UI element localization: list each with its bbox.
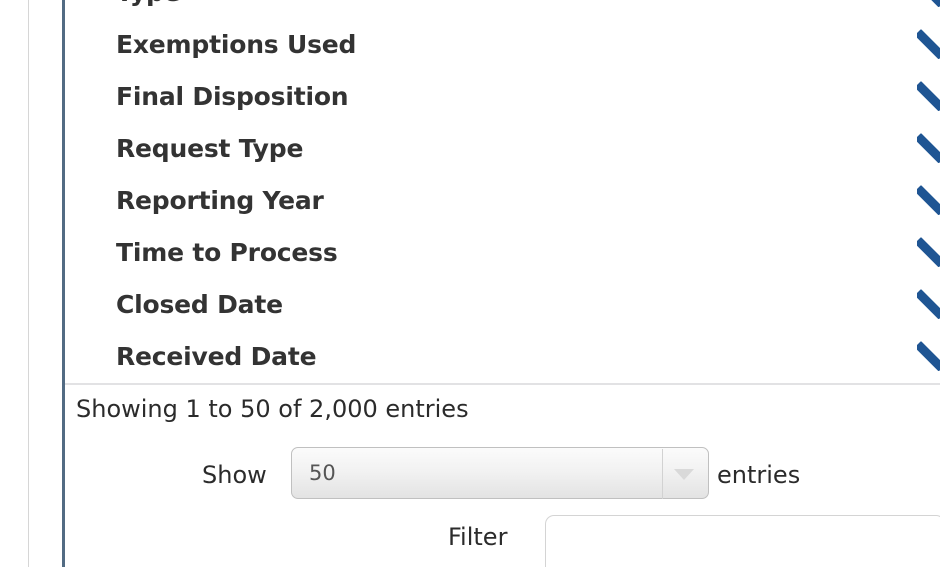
- field-label: Received Date: [116, 341, 317, 371]
- page-length-label: Show: [202, 461, 267, 489]
- chevron-expand-icon[interactable]: [917, 79, 940, 113]
- select-separator: [662, 449, 663, 499]
- chevron-expand-icon[interactable]: [917, 183, 940, 217]
- chevron-expand-icon[interactable]: [917, 287, 940, 321]
- list-item[interactable]: Final Disposition: [65, 70, 940, 122]
- filter-control: Filter: [65, 515, 940, 567]
- outer-page-rail: [28, 0, 29, 567]
- table-controls: Showing 1 to 50 of 2,000 entries Show 50…: [65, 385, 940, 567]
- field-label: Time to Process: [116, 237, 338, 267]
- page-length-control: Show 50 entries: [65, 447, 940, 513]
- field-label: Exemptions Used: [116, 29, 357, 59]
- chevron-expand-icon[interactable]: [917, 27, 940, 61]
- field-label: Final Disposition: [116, 81, 349, 111]
- field-label: Closed Date: [116, 289, 283, 319]
- list-item[interactable]: Type: [65, 0, 940, 18]
- list-item[interactable]: Received Date: [65, 330, 940, 382]
- field-label: Type: [116, 0, 181, 7]
- chevron-expand-icon[interactable]: [917, 131, 940, 165]
- list-item[interactable]: Time to Process: [65, 226, 940, 278]
- field-list: Type Exemptions Used Final Disposition R…: [65, 0, 940, 382]
- list-item[interactable]: Closed Date: [65, 278, 940, 330]
- chevron-expand-icon[interactable]: [917, 339, 940, 373]
- list-item[interactable]: Reporting Year: [65, 174, 940, 226]
- field-label: Request Type: [116, 133, 304, 163]
- list-item[interactable]: Exemptions Used: [65, 18, 940, 70]
- field-label: Reporting Year: [116, 185, 324, 215]
- chevron-expand-icon[interactable]: [917, 0, 940, 9]
- chevron-down-icon[interactable]: [674, 469, 694, 480]
- page-length-value: 50: [309, 461, 336, 485]
- page-length-suffix-label: entries: [717, 461, 801, 489]
- filter-label: Filter: [448, 523, 508, 551]
- list-item[interactable]: Request Type: [65, 122, 940, 174]
- page-length-select[interactable]: 50: [291, 447, 709, 499]
- chevron-expand-icon[interactable]: [917, 235, 940, 269]
- showing-entries-info: Showing 1 to 50 of 2,000 entries: [76, 395, 469, 423]
- filter-input[interactable]: [545, 515, 940, 567]
